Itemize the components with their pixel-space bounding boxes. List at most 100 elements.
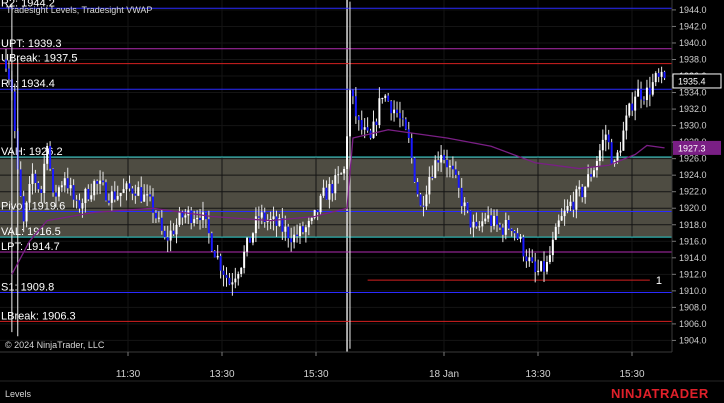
candle-body (196, 217, 199, 220)
candle-body (616, 152, 619, 161)
candle-body (257, 216, 260, 218)
brand-logo: NINJATRADER (611, 386, 709, 401)
candle-body (387, 95, 390, 102)
price-chart[interactable]: R2: 1944.2UPT: 1939.3UBreak: 1937.5R1: 1… (0, 0, 724, 403)
candle-body (69, 185, 72, 189)
candle[interactable] (628, 102, 631, 118)
candle-body (628, 103, 631, 116)
candle-body (160, 217, 163, 231)
candle-body (651, 82, 654, 95)
target-line-label: 1 (656, 275, 662, 287)
candle-body (284, 226, 287, 232)
candle-body (99, 180, 102, 184)
candle[interactable] (213, 250, 216, 258)
candle-body (654, 73, 657, 83)
time-tick-label: 11:30 (116, 369, 141, 380)
level-label-vah: VAH: 1926.2 (1, 146, 63, 158)
candle[interactable] (249, 237, 252, 243)
price-tick-label: 1944.0 (679, 5, 707, 15)
candle-body (478, 226, 481, 228)
candle-body (201, 212, 204, 221)
candle-body (401, 118, 404, 120)
candle-body (125, 183, 128, 190)
candle-body (328, 183, 331, 200)
candle-body (43, 163, 46, 193)
candle-body (122, 189, 125, 193)
candle-body (296, 234, 299, 237)
candle[interactable] (319, 193, 322, 215)
candle-body (337, 174, 340, 176)
candle-body (493, 215, 496, 226)
candle-body (581, 186, 584, 198)
candle-body (431, 176, 434, 178)
candle-body (107, 200, 110, 203)
candle-body (102, 180, 105, 183)
candle-body (422, 205, 425, 207)
candle-body (293, 234, 296, 243)
last-price-tag: 1935.4 (678, 76, 706, 86)
candle-body (143, 194, 146, 202)
candle-body (28, 184, 31, 203)
candle-body (419, 194, 422, 206)
candle-body (149, 194, 152, 197)
candle[interactable] (13, 83, 16, 139)
candle-body (354, 96, 357, 117)
candle-body (116, 196, 119, 200)
candle-body (657, 73, 660, 77)
candle-body (516, 233, 519, 239)
candle-body (610, 142, 613, 165)
candle[interactable] (413, 157, 416, 183)
time-tick-label: 15:30 (303, 369, 328, 380)
candle-body (131, 188, 134, 194)
candle-body (31, 173, 34, 185)
price-tick-label: 1916.0 (679, 236, 707, 246)
candle-body (60, 185, 63, 188)
candle-body (334, 175, 337, 194)
vwap-price-tag: 1927.3 (678, 143, 706, 153)
candle-body (213, 251, 216, 258)
candle-body (172, 230, 175, 235)
candle-body (75, 199, 78, 201)
candle-body (40, 189, 43, 193)
candle-body (469, 210, 472, 228)
time-tick-label: 15:30 (619, 369, 644, 380)
candle-body (46, 146, 49, 164)
time-tick-label: 13:30 (209, 369, 234, 380)
candle-body (407, 129, 410, 139)
candle-body (87, 188, 90, 200)
candle-body (163, 230, 166, 238)
candle-body (378, 98, 381, 126)
candle-body (178, 212, 181, 225)
candle-body (287, 226, 290, 239)
candle-body (440, 154, 443, 163)
candle-body (54, 192, 57, 197)
price-tick-label: 1904.0 (679, 335, 707, 345)
candle-body (416, 182, 419, 195)
candle-body (593, 170, 595, 177)
candle-body (663, 71, 666, 79)
time-tick-label: 18 Jan (429, 369, 459, 380)
candle[interactable] (540, 260, 543, 273)
candle[interactable] (104, 179, 107, 202)
candle-body (169, 230, 172, 241)
candle-body (128, 183, 131, 189)
candle-body (78, 200, 81, 209)
candle-body (463, 202, 466, 207)
candle-body (93, 181, 96, 196)
candle[interactable] (52, 168, 55, 197)
candle-body (540, 261, 543, 271)
candle-body (537, 270, 540, 273)
candle-body (243, 251, 246, 268)
price-tick-label: 1942.0 (679, 21, 707, 31)
candle[interactable] (610, 138, 613, 165)
candle[interactable] (419, 192, 422, 207)
candle-body (578, 186, 581, 190)
price-tick-label: 1906.0 (679, 319, 707, 329)
candle-body (319, 195, 322, 213)
candle-body (437, 160, 440, 163)
candle-body (481, 221, 484, 227)
candle[interactable] (210, 231, 213, 252)
candle-body (175, 224, 178, 235)
candle-body (240, 267, 243, 274)
candle-body (622, 130, 625, 151)
